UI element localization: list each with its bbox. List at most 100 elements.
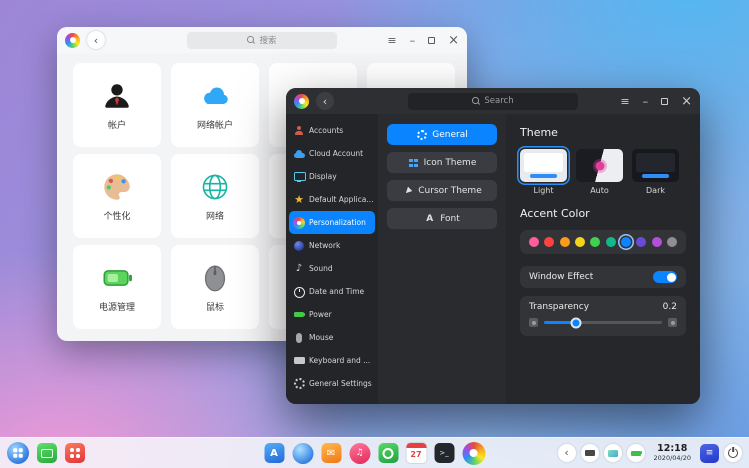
music-icon[interactable] bbox=[349, 443, 370, 464]
settings-card-cloud-account[interactable]: 网络帐户 bbox=[171, 63, 259, 147]
file-manager-icon[interactable] bbox=[37, 443, 57, 463]
wallpaper-tray-icon[interactable] bbox=[604, 444, 622, 462]
search-input[interactable]: Search bbox=[408, 93, 578, 110]
sidebar-item-label: Network bbox=[309, 241, 340, 250]
window-effect-toggle[interactable] bbox=[653, 271, 677, 283]
sidebar-item-label: Power bbox=[309, 310, 332, 319]
desktop: ‹ 搜索 ≡ – × 帐户 网络帐户个性化网络电源管理鼠标 ‹ Search ≡ bbox=[0, 0, 749, 468]
search-input[interactable]: 搜索 bbox=[187, 32, 337, 49]
transparency-max-icon bbox=[668, 318, 677, 327]
theme-preview-auto bbox=[576, 149, 623, 182]
sidebar-item-cloud-account[interactable]: Cloud Account bbox=[289, 142, 375, 165]
settings-card-label: 帐户 bbox=[108, 118, 126, 131]
subnav-label: Cursor Theme bbox=[418, 186, 482, 196]
minimize-icon[interactable]: – bbox=[410, 35, 416, 46]
settings-card-personalization[interactable]: 个性化 bbox=[73, 154, 161, 238]
accent-color-8[interactable] bbox=[652, 237, 662, 247]
gear-icon bbox=[293, 378, 305, 390]
accent-color-1[interactable] bbox=[544, 237, 554, 247]
sidebar-item-personalization[interactable]: Personalization bbox=[289, 211, 375, 234]
accent-color-4[interactable] bbox=[590, 237, 600, 247]
launcher-icon[interactable] bbox=[7, 442, 29, 464]
sidebar-item-label: General Settings bbox=[309, 379, 372, 388]
menu-icon[interactable]: ≡ bbox=[620, 96, 629, 107]
tray-right-icons bbox=[700, 444, 742, 463]
theme-option-dark[interactable]: Dark bbox=[632, 149, 679, 195]
sidebar-item-label: Keyboard and ... bbox=[309, 356, 370, 365]
theme-options: Light Auto Dark bbox=[520, 149, 686, 195]
maximize-icon[interactable] bbox=[428, 37, 435, 44]
menu-icon[interactable]: ≡ bbox=[387, 35, 396, 46]
sidebar-item-label: Default Applica... bbox=[309, 195, 373, 204]
keyboard-tray-icon[interactable] bbox=[581, 444, 599, 462]
back-button[interactable]: ‹ bbox=[316, 92, 334, 110]
clock-date: 2020/04/20 bbox=[654, 455, 691, 462]
power-icon[interactable] bbox=[724, 444, 742, 462]
theme-heading: Theme bbox=[520, 126, 686, 139]
accent-color-5[interactable] bbox=[606, 237, 616, 247]
browser-icon[interactable] bbox=[292, 443, 313, 464]
globe-icon bbox=[293, 240, 305, 252]
settings-card-power[interactable]: 电源管理 bbox=[73, 245, 161, 329]
sidebar: AccountsCloud AccountDisplay Default Appl… bbox=[286, 114, 378, 404]
accent-color-0[interactable] bbox=[529, 237, 539, 247]
slider-track[interactable] bbox=[544, 321, 662, 324]
sidebar-item-mouse[interactable]: Mouse bbox=[289, 326, 375, 349]
close-icon[interactable]: × bbox=[681, 95, 692, 108]
display-icon bbox=[293, 171, 305, 183]
close-icon[interactable]: × bbox=[448, 34, 459, 47]
minimize-icon[interactable]: – bbox=[643, 96, 649, 107]
sidebar-item-keyboard[interactable]: Keyboard and ... bbox=[289, 349, 375, 372]
sidebar-item-label: Sound bbox=[309, 264, 333, 273]
slider-knob[interactable] bbox=[570, 317, 581, 328]
app-store-icon[interactable] bbox=[264, 443, 284, 463]
maximize-icon[interactable] bbox=[661, 98, 668, 105]
sidebar-item-general-settings[interactable]: General Settings bbox=[289, 372, 375, 395]
terminal-icon[interactable] bbox=[434, 443, 454, 463]
transparency-label: Transparency bbox=[529, 302, 589, 312]
control-center-icon[interactable] bbox=[462, 442, 485, 465]
search-placeholder: 搜索 bbox=[259, 34, 276, 46]
photos-icon[interactable] bbox=[378, 443, 398, 463]
sidebar-item-date-and-time[interactable]: Date and Time bbox=[289, 280, 375, 303]
cloud-icon bbox=[293, 148, 305, 160]
settings-card-label: 鼠标 bbox=[206, 300, 224, 313]
battery-tray-icon[interactable] bbox=[627, 444, 645, 462]
sidebar-item-default-applications[interactable]: Default Applica... bbox=[289, 188, 375, 211]
settings-card-network[interactable]: 网络 bbox=[171, 154, 259, 238]
titlebar[interactable]: ‹ 搜索 ≡ – × bbox=[57, 27, 467, 53]
theme-option-auto[interactable]: Auto bbox=[576, 149, 623, 195]
calendar-icon[interactable]: 27 bbox=[406, 443, 426, 463]
theme-label: Auto bbox=[590, 186, 609, 195]
accent-color-2[interactable] bbox=[560, 237, 570, 247]
accent-color-6[interactable] bbox=[621, 237, 631, 247]
transparency-slider[interactable] bbox=[529, 318, 677, 327]
clock[interactable]: 12:18 2020/04/20 bbox=[654, 444, 691, 462]
sidebar-item-sound[interactable]: Sound bbox=[289, 257, 375, 280]
mail-icon[interactable] bbox=[321, 443, 341, 463]
sidebar-item-accounts[interactable]: Accounts bbox=[289, 119, 375, 142]
settings-card-mouse[interactable]: 鼠标 bbox=[171, 245, 259, 329]
sidebar-item-network[interactable]: Network bbox=[289, 234, 375, 257]
settings-card-accounts[interactable]: 帐户 bbox=[73, 63, 161, 147]
sidebar-item-display[interactable]: Display bbox=[289, 165, 375, 188]
subnav-font[interactable]: Font bbox=[387, 208, 497, 229]
app-grid-icon[interactable] bbox=[65, 443, 85, 463]
sidebar-item-power[interactable]: Power bbox=[289, 303, 375, 326]
theme-option-light[interactable]: Light bbox=[520, 149, 567, 195]
chevron-left-icon[interactable] bbox=[558, 444, 576, 462]
titlebar[interactable]: ‹ Search ≡ – × bbox=[286, 88, 700, 114]
accent-color-3[interactable] bbox=[575, 237, 585, 247]
accent-color-9[interactable] bbox=[667, 237, 677, 247]
subnav-general[interactable]: General bbox=[387, 124, 497, 145]
mouse-icon bbox=[198, 261, 232, 295]
taskbar-tray: 12:18 2020/04/20 bbox=[558, 444, 742, 463]
cursor-icon bbox=[402, 185, 413, 196]
accent-color-7[interactable] bbox=[636, 237, 646, 247]
notification-icon[interactable] bbox=[700, 444, 719, 463]
subnav-cursor-theme[interactable]: Cursor Theme bbox=[387, 180, 497, 201]
gear-icon bbox=[416, 129, 427, 140]
subnav-icon-theme[interactable]: Icon Theme bbox=[387, 152, 497, 173]
back-button[interactable]: ‹ bbox=[87, 31, 105, 49]
taskbar: 27 12:18 2020/04/20 bbox=[0, 437, 749, 468]
